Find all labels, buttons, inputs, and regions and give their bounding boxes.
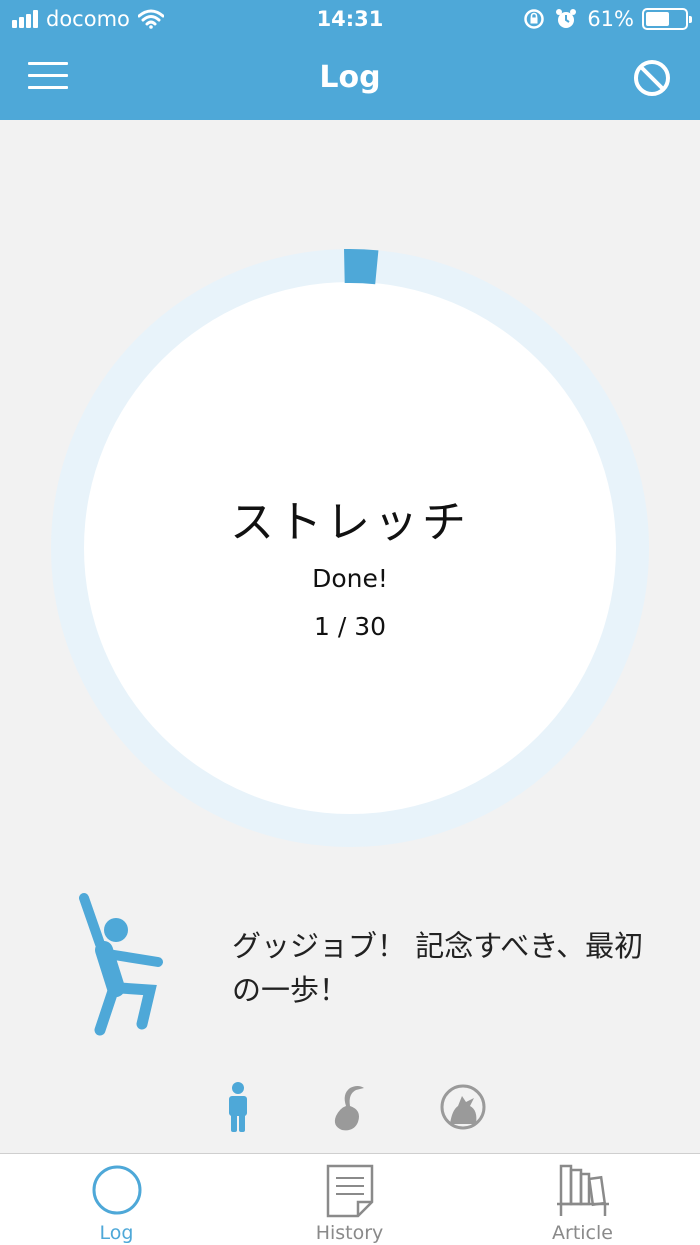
- navbar: Log: [0, 40, 700, 120]
- done-status: Done!: [312, 564, 388, 593]
- wolf-icon[interactable]: [438, 1080, 488, 1134]
- ring-text: ストレッチ Done! 1 / 30: [50, 248, 650, 848]
- page-title: Log: [319, 60, 381, 95]
- tab-bar: Log History Article: [0, 1153, 700, 1245]
- progress-count: 1 / 30: [313, 612, 387, 641]
- progress-ring: ストレッチ Done! 1 / 30: [50, 248, 650, 848]
- activity-name: ストレッチ: [230, 497, 470, 548]
- circle-icon: [92, 1165, 141, 1215]
- document-icon: [326, 1164, 373, 1218]
- tab-article[interactable]: Article: [466, 1154, 699, 1245]
- battery-fill: [646, 12, 669, 26]
- battery-icon: [642, 8, 692, 30]
- bird-icon[interactable]: [328, 1080, 378, 1134]
- tab-label: Log: [99, 1222, 134, 1244]
- tab-label: History: [315, 1222, 384, 1244]
- person-icon[interactable]: [213, 1080, 263, 1134]
- tab-log[interactable]: Log: [0, 1154, 233, 1245]
- encouragement-message: グッジョブ！ 記念すべき、最初の一歩！: [232, 929, 644, 1007]
- status-right: 61%: [523, 7, 692, 31]
- tab-label: Article: [552, 1222, 613, 1244]
- header: docomo 14:31 61% Log: [0, 0, 700, 120]
- cancel-button[interactable]: [632, 58, 672, 98]
- tab-history[interactable]: History: [233, 1154, 466, 1245]
- status-bar: docomo 14:31 61%: [0, 0, 700, 40]
- battery-percent: 61%: [587, 7, 634, 31]
- alarm-icon: [556, 9, 577, 28]
- dancing-person-icon: [79, 893, 163, 1036]
- rotation-lock-icon: [524, 9, 545, 29]
- bookshelf-icon: [556, 1164, 609, 1216]
- character-selector: [0, 1080, 700, 1136]
